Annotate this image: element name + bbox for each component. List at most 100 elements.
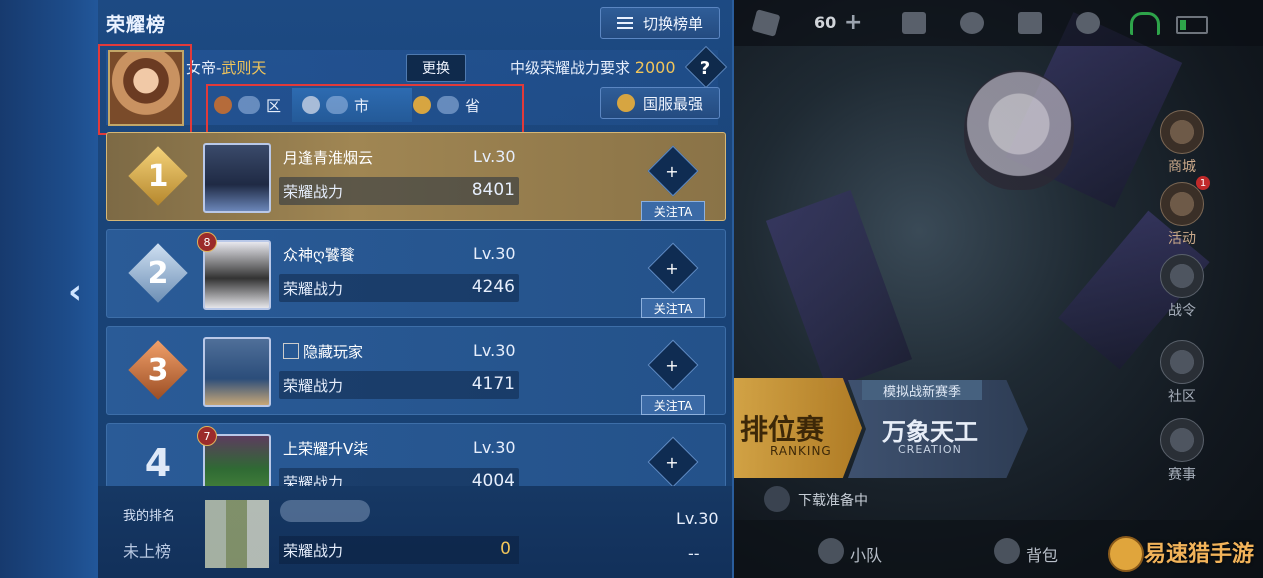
player-name: 隐藏玩家 [283, 341, 363, 362]
bag-button[interactable]: 背包 [1026, 542, 1058, 566]
download-icon [764, 486, 790, 512]
player-avatar[interactable] [203, 240, 271, 310]
mail-icon[interactable] [1018, 12, 1042, 34]
player-level: Lv.30 [473, 147, 516, 166]
my-rank-label: 我的排名 [123, 509, 176, 524]
ranking-row[interactable]: 4 7 上荣耀升V柒 Lv.30 荣耀战力 4004 + [106, 423, 726, 488]
rank-emblem: 2 [128, 243, 188, 303]
hero-name-text: 武则天 [221, 59, 267, 77]
panel-title: 荣耀榜 [106, 14, 167, 36]
power-label: 荣耀战力 [283, 183, 344, 201]
sidebar-item-label: 商城 [1168, 159, 1196, 175]
list-icon [616, 17, 633, 29]
power-value: 4171 [471, 374, 515, 394]
highlight-tabs-box [206, 84, 524, 136]
my-rank-status: 未上榜 [123, 542, 172, 561]
watermark-text: 易速猎手游 [1144, 542, 1255, 567]
my-power-value: 0 [500, 539, 511, 559]
team-button[interactable]: 小队 [850, 542, 882, 566]
sidebar-item-label: 活动 [1168, 231, 1196, 247]
player-name-text: 隐藏玩家 [303, 343, 364, 361]
power-stat: 荣耀战力 4004 [279, 468, 519, 487]
power-stat: 荣耀战力 8401 [279, 177, 519, 205]
spectate-eye-icon[interactable] [960, 12, 984, 34]
settings-gear-icon[interactable] [1076, 12, 1100, 34]
hero-character [964, 70, 1074, 190]
sidebar-item-shop[interactable]: 商城 [1152, 110, 1212, 176]
friends-icon[interactable] [902, 12, 926, 34]
player-level: Lv.30 [473, 244, 516, 263]
sidebar-item-label: 赛事 [1168, 467, 1196, 483]
national-best-label: 国服最强 [642, 94, 703, 113]
switch-list-label: 切换榜单 [642, 14, 703, 33]
switch-list-button[interactable]: 切换榜单 [600, 7, 720, 39]
rank-emblem: 1 [128, 146, 188, 206]
level-badge: 7 [197, 426, 217, 446]
add-friend-icon[interactable]: + [657, 157, 687, 185]
community-icon [1160, 340, 1204, 384]
add-coins-icon[interactable]: + [844, 10, 862, 35]
player-name: 月逢青淮烟云 [283, 149, 374, 167]
honor-ranking-panel: 荣耀榜 切换榜单 女帝-武则天 更换 中级荣耀战力要求 2000 ? 区 市 省… [98, 0, 734, 578]
add-friend-icon[interactable]: + [657, 448, 687, 476]
power-value: 8401 [471, 180, 515, 200]
help-icon[interactable]: ? [691, 54, 719, 82]
team-flag-icon[interactable] [818, 538, 844, 564]
highlight-avatar-box [98, 44, 192, 135]
player-avatar[interactable] [203, 337, 271, 407]
power-stat: 荣耀战力 4171 [279, 371, 519, 399]
my-avatar[interactable] [205, 500, 269, 568]
sidebar-item-community[interactable]: 社区 [1152, 340, 1212, 406]
coin-count: 60 [814, 13, 837, 32]
sidebar-item-label: 战令 [1168, 303, 1196, 319]
change-hero-button[interactable]: 更换 [406, 54, 466, 82]
add-friend-icon[interactable]: + [657, 351, 687, 379]
power-stat: 荣耀战力 4246 [279, 274, 519, 302]
crown-emblem-icon [616, 94, 635, 112]
ranked-mode-subtitle: RANKING [770, 444, 832, 458]
follow-button[interactable]: 关注TA [641, 201, 705, 221]
sidebar-item-battlepass[interactable]: 战令 [1152, 254, 1212, 320]
player-avatar[interactable] [203, 143, 271, 213]
sidebar-item-events[interactable]: 活动 [1152, 182, 1212, 248]
creation-mode-label: 万象天工 [882, 418, 978, 446]
collapse-arrow-icon[interactable]: ‹ [58, 270, 92, 314]
follow-button[interactable]: 关注TA [641, 395, 705, 415]
add-friend-icon[interactable]: + [657, 254, 687, 282]
follow-button[interactable]: 关注TA [641, 298, 705, 318]
power-requirement: 中级荣耀战力要求 2000 [510, 57, 676, 78]
player-name: 众神ღ饕餮 [283, 246, 355, 264]
notification-badge: 1 [1196, 176, 1210, 190]
my-name-blurred [280, 500, 370, 522]
wifi-icon [1130, 12, 1160, 35]
national-best-button[interactable]: 国服最强 [600, 87, 720, 119]
requirement-label: 中级荣耀战力要求 [510, 59, 631, 77]
player-level: Lv.30 [473, 341, 516, 360]
power-value: 4246 [471, 277, 515, 297]
download-status: 下载准备中 [798, 493, 868, 509]
battery-icon [1176, 16, 1208, 34]
creation-mode-subtitle: CREATION [898, 443, 962, 456]
hidden-player-icon [283, 343, 299, 359]
requirement-value: 2000 [634, 58, 676, 77]
battlepass-icon [1160, 254, 1204, 298]
rank-number: 3 [147, 352, 169, 388]
power-label: 荣耀战力 [283, 280, 344, 298]
rank-number: 2 [147, 255, 169, 291]
my-power-stat: 荣耀战力 0 [279, 536, 519, 564]
sidebar-item-label: 社区 [1168, 389, 1196, 405]
ranking-row[interactable]: 3 隐藏玩家 Lv.30 荣耀战力 4171 + 关注TA [106, 326, 726, 415]
hero-name: 女帝-武则天 [186, 57, 266, 78]
my-rank-dash: -- [688, 544, 700, 563]
bag-icon[interactable] [994, 538, 1020, 564]
level-badge: 8 [197, 232, 217, 252]
new-season-tag: 模拟战新赛季 [862, 380, 982, 400]
ranking-row[interactable]: 2 8 众神ღ饕餮 Lv.30 荣耀战力 4246 + 关注TA [106, 229, 726, 318]
events-icon [1160, 182, 1204, 226]
player-name: 上荣耀升V柒 [283, 440, 369, 458]
ranking-row[interactable]: 1 月逢青淮烟云 Lv.30 荣耀战力 8401 + 关注TA [106, 132, 726, 221]
sidebar-item-tournament[interactable]: 赛事 [1152, 418, 1212, 484]
power-label: 荣耀战力 [283, 377, 344, 395]
my-rank-bar [98, 486, 732, 578]
trophy-icon [1160, 418, 1204, 462]
